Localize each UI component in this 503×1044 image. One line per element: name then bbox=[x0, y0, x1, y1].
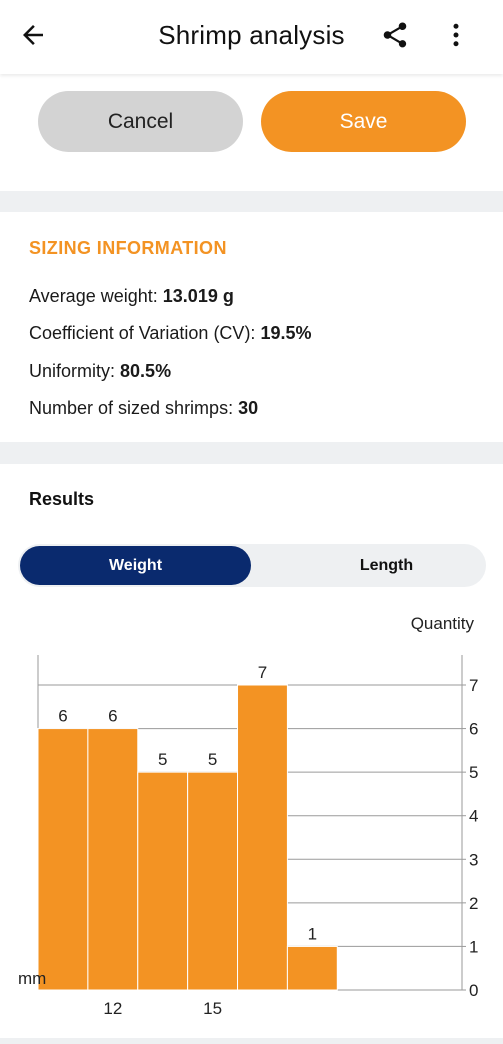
info-value: 13.019 g bbox=[162, 286, 234, 306]
histogram-bar bbox=[237, 684, 288, 991]
section-divider bbox=[0, 1038, 503, 1044]
y-tick-label: 2 bbox=[469, 894, 478, 913]
info-label: Coefficient of Variation (CV): bbox=[29, 323, 256, 343]
info-label: Average weight: bbox=[29, 286, 158, 306]
y-tick-label: 1 bbox=[469, 937, 478, 956]
y-tick-label: 0 bbox=[469, 981, 478, 1000]
histogram-bar bbox=[87, 728, 139, 991]
page-title: Shrimp analysis bbox=[158, 20, 345, 50]
cv-row: Coefficient of Variation (CV): 19.5% bbox=[29, 323, 312, 344]
uniformity-row: Uniformity: 80.5% bbox=[29, 361, 171, 382]
y-axis-label: Quantity bbox=[411, 614, 475, 633]
y-tick-label: 6 bbox=[469, 720, 478, 739]
x-axis-label: mm bbox=[18, 969, 46, 988]
bar-data-label: 5 bbox=[158, 750, 167, 769]
histogram-bar bbox=[187, 771, 239, 991]
info-value: 80.5% bbox=[120, 361, 172, 381]
sized-count-row: Number of sized shrimps: 30 bbox=[29, 398, 258, 419]
y-tick-label: 4 bbox=[469, 807, 478, 826]
histogram-bar bbox=[286, 945, 338, 991]
more-vert-icon[interactable] bbox=[441, 20, 471, 50]
section-divider bbox=[0, 191, 503, 212]
info-label: Number of sized shrimps: bbox=[29, 398, 234, 418]
section-divider bbox=[0, 442, 503, 464]
results-title: Results bbox=[29, 489, 95, 509]
histogram-bar bbox=[137, 771, 189, 991]
bar-data-label: 5 bbox=[208, 750, 217, 769]
tab-length[interactable]: Length bbox=[271, 546, 502, 585]
cancel-button[interactable]: Cancel bbox=[38, 91, 243, 152]
save-button[interactable]: Save bbox=[261, 91, 466, 152]
metric-toggle: Weight Length bbox=[18, 544, 486, 587]
y-tick-label: 7 bbox=[469, 676, 478, 695]
y-tick-label: 3 bbox=[469, 850, 478, 869]
sizing-section-title: SIZING INFORMATION bbox=[29, 238, 227, 258]
share-icon[interactable] bbox=[380, 20, 410, 50]
tab-weight[interactable]: Weight bbox=[20, 546, 251, 585]
app-bar: Shrimp analysis bbox=[0, 0, 503, 74]
info-label: Uniformity: bbox=[29, 361, 116, 381]
bar-data-label: 6 bbox=[58, 707, 67, 726]
x-tick-label: 15 bbox=[203, 999, 222, 1018]
histogram-bar bbox=[37, 728, 89, 991]
info-value: 30 bbox=[238, 398, 259, 418]
bar-data-label: 6 bbox=[108, 707, 117, 726]
histogram-chart: 01234567Quantity6 65 57112 15mm bbox=[18, 614, 478, 1018]
average-weight-row: Average weight: 13.019 g bbox=[29, 286, 234, 307]
info-value: 19.5% bbox=[260, 323, 312, 343]
y-tick-label: 5 bbox=[469, 763, 478, 782]
x-tick-label: 12 bbox=[103, 999, 122, 1018]
bar-data-label: 1 bbox=[308, 924, 317, 943]
bar-data-label: 7 bbox=[258, 663, 267, 682]
